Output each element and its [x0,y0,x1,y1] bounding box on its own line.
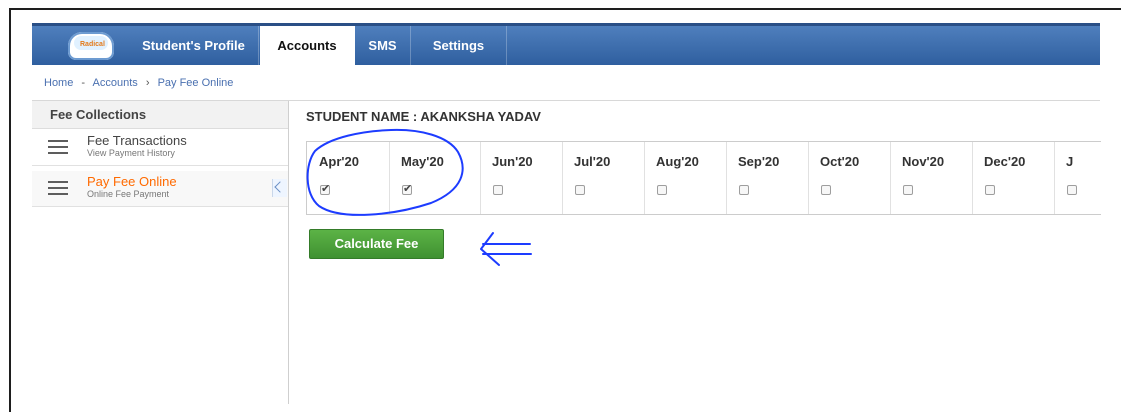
sidebar: Fee Collections Fee Transactions View Pa… [32,101,289,404]
month-jan-21-partial: J [1054,142,1101,214]
sidebar-item-pay-fee-online[interactable]: Pay Fee Online Online Fee Payment [32,171,288,207]
month-label: Aug'20 [656,154,699,169]
breadcrumb-current[interactable]: Pay Fee Online [158,77,234,89]
month-jun-20: Jun'20 [480,142,563,214]
breadcrumb-separator: › [145,77,150,89]
breadcrumb-separator: - [81,77,86,89]
month-checkbox[interactable] [903,185,913,195]
breadcrumb: Home - Accounts › Pay Fee Online [44,77,233,89]
student-name: STUDENT NAME : AKANKSHA YADAV [306,109,541,124]
month-label: Dec'20 [984,154,1026,169]
month-label: Sep'20 [738,154,780,169]
month-checkbox[interactable] [657,185,667,195]
sidebar-header: Fee Collections [32,101,288,129]
chevron-left-icon [272,179,287,197]
month-checkbox[interactable] [739,185,749,195]
month-checkbox[interactable] [985,185,995,195]
sidebar-item-fee-transactions[interactable]: Fee Transactions View Payment History [32,130,288,166]
month-label: Jun'20 [492,154,533,169]
month-label: J [1066,154,1074,169]
sidebar-item-subtitle: Online Fee Payment [87,189,170,199]
month-checkbox[interactable] [821,185,831,195]
month-label: Oct'20 [820,154,860,169]
month-label: Nov'20 [902,154,945,169]
logo-text: Radical [80,41,105,48]
tab-accounts[interactable]: Accounts [260,26,355,65]
calculate-fee-button[interactable]: Calculate Fee [309,229,444,259]
month-may-20: May'20 [389,142,481,214]
month-selector: Apr'20 May'20 Jun'20 Jul'20 Aug'20 Sep'2… [306,141,1101,215]
month-checkbox[interactable] [493,185,503,195]
top-navigation-bar: Radical Student's Profile Accounts SMS S… [32,23,1100,65]
month-dec-20: Dec'20 [972,142,1055,214]
breadcrumb-home[interactable]: Home [44,77,73,89]
tab-students-profile[interactable]: Student's Profile [129,26,259,65]
month-sep-20: Sep'20 [726,142,809,214]
breadcrumb-accounts[interactable]: Accounts [93,77,138,89]
month-checkbox[interactable] [320,182,330,195]
sidebar-item-subtitle: View Payment History [87,148,175,158]
main-content: STUDENT NAME : AKANKSHA YADAV Apr'20 May… [289,101,1101,404]
sidebar-item-title: Pay Fee Online [87,174,177,189]
month-jul-20: Jul'20 [562,142,645,214]
app-logo[interactable]: Radical [68,32,114,60]
month-aug-20: Aug'20 [644,142,727,214]
month-nov-20: Nov'20 [890,142,973,214]
month-label: Jul'20 [574,154,611,169]
menu-icon [48,140,68,154]
month-apr-20: Apr'20 [307,142,390,214]
month-checkbox[interactable] [575,185,585,195]
tab-settings[interactable]: Settings [411,26,507,65]
month-label: Apr'20 [319,154,359,169]
month-oct-20: Oct'20 [808,142,891,214]
month-label: May'20 [401,154,444,169]
month-checkbox[interactable] [1067,185,1077,195]
month-checkbox[interactable] [402,182,412,195]
menu-icon [48,181,68,195]
tab-sms[interactable]: SMS [355,26,411,65]
sidebar-item-title: Fee Transactions [87,133,187,148]
